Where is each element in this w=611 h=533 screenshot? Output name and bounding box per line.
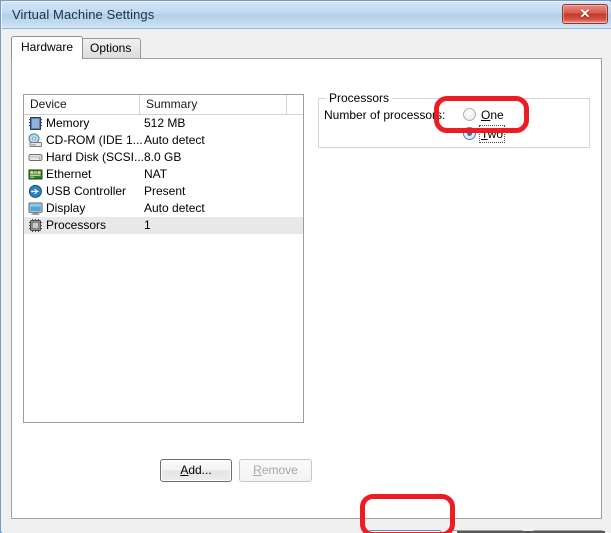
device-list[interactable]: Device Summary Memory 512 MB CD-ROM (IDE… <box>23 94 304 423</box>
radio-two-indicator[interactable] <box>463 127 476 140</box>
display-icon <box>28 201 43 216</box>
device-list-header: Device Summary <box>24 95 303 115</box>
processors-group-title: Processors <box>326 91 393 105</box>
table-row[interactable]: CD-ROM (IDE 1... Auto detect <box>24 132 303 149</box>
radio-one-indicator[interactable] <box>463 108 476 121</box>
device-summary: Auto detect <box>144 133 205 147</box>
tab-options-label: Options <box>90 41 132 55</box>
virtual-machine-settings-dialog: Virtual Machine Settings ✕ Hardware Opti… <box>0 0 611 533</box>
table-row[interactable]: Memory 512 MB <box>24 115 303 132</box>
table-row[interactable]: USB Controller Present <box>24 183 303 200</box>
close-icon: ✕ <box>579 6 591 21</box>
cdrom-icon <box>28 133 43 148</box>
table-row[interactable]: Hard Disk (SCSI... 8.0 GB <box>24 149 303 166</box>
table-row[interactable]: Processors 1 <box>24 217 303 234</box>
radio-two-label: Two <box>478 125 506 143</box>
table-row[interactable]: Display Auto detect <box>24 200 303 217</box>
dialog-client-area: Hardware Options Device Summary Memory 5… <box>2 29 611 533</box>
device-summary: 8.0 GB <box>144 150 182 164</box>
ethernet-icon <box>28 167 43 182</box>
table-row[interactable]: Ethernet NAT <box>24 166 303 183</box>
usb-icon <box>28 184 43 199</box>
device-name: Ethernet <box>46 167 92 181</box>
column-header-extra[interactable] <box>287 95 303 114</box>
device-summary: 1 <box>144 218 151 232</box>
column-header-device[interactable]: Device <box>24 95 140 114</box>
screenshot-root: Virtual Machine Settings ✕ Hardware Opti… <box>0 0 611 533</box>
device-summary: Auto detect <box>144 201 205 215</box>
device-name: Display <box>46 201 86 215</box>
title-bar[interactable]: Virtual Machine Settings ✕ <box>2 2 611 29</box>
column-header-summary[interactable]: Summary <box>140 95 287 114</box>
device-name: Memory <box>46 116 90 130</box>
device-name: Processors <box>46 218 107 232</box>
hardware-tab-panel: Device Summary Memory 512 MB CD-ROM (IDE… <box>11 58 602 519</box>
window-title: Virtual Machine Settings <box>12 7 155 22</box>
device-summary: 512 MB <box>144 116 186 130</box>
remove-button-accel: R <box>253 463 262 477</box>
device-summary: Present <box>144 184 186 198</box>
device-summary: NAT <box>144 167 168 181</box>
tab-hardware-label: Hardware <box>21 40 74 54</box>
remove-button: Remove <box>239 459 312 482</box>
tab-options[interactable]: Options <box>80 38 142 58</box>
harddisk-icon <box>28 150 43 165</box>
remove-button-label: emove <box>261 463 298 477</box>
add-button-label: dd... <box>188 463 212 477</box>
add-button[interactable]: Add... <box>160 459 232 482</box>
tab-hardware[interactable]: Hardware <box>11 36 84 59</box>
memory-icon <box>28 116 43 131</box>
processors-group: Processors Number of processors: One Two <box>318 91 590 148</box>
device-name: CD-ROM (IDE 1... <box>46 133 143 147</box>
processor-icon <box>28 218 43 233</box>
radio-one-label: One <box>481 108 504 122</box>
device-name: USB Controller <box>46 184 127 198</box>
close-button[interactable]: ✕ <box>562 4 608 24</box>
number-of-processors-label: Number of processors: <box>324 108 446 122</box>
device-name: Hard Disk (SCSI... <box>46 150 144 164</box>
